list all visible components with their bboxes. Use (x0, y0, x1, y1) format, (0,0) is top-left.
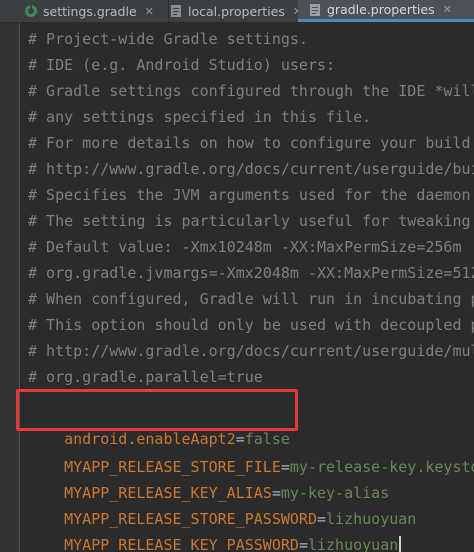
tab-label: local.properties (188, 3, 285, 19)
comment-line: # Default value: -Xmx10248m -XX:MaxPermS… (28, 238, 462, 256)
properties-file-icon (308, 3, 322, 17)
code-editor[interactable]: # Project-wide Gradle settings. # IDE (e… (20, 23, 474, 552)
comment-line: # org.gradle.jvmargs=-Xmx2048m -XX:MaxPe… (28, 264, 474, 282)
comment-line: # org.gradle.parallel=true (28, 368, 263, 386)
comment-line: # http://www.gradle.org/docs/current/use… (28, 342, 474, 360)
properties-file-icon (169, 4, 183, 18)
gradle-icon (24, 4, 38, 18)
property-line-store-file: MYAPP_RELEASE_STORE_FILE=my-release-key.… (28, 428, 474, 476)
close-icon[interactable]: ✕ (443, 3, 452, 16)
editor-tab-bar: settings.gradle ✕ local.properties ✕ gra… (0, 0, 474, 23)
tab-label: gradle.properties (327, 2, 435, 17)
comment-line: # Project-wide Gradle settings. (28, 30, 308, 48)
red-highlight-annotation (16, 389, 298, 431)
tab-label: settings.gradle (43, 3, 137, 19)
property-line-key-alias: MYAPP_RELEASE_KEY_ALIAS=my-key-alias (28, 454, 389, 502)
comment-line: # Specifies the JVM arguments used for t… (28, 186, 471, 204)
tab-settings-gradle[interactable]: settings.gradle ✕ (10, 0, 168, 22)
comment-line: # any settings specified in this file. (28, 108, 372, 126)
property-line-key-password: MYAPP_RELEASE_KEY_PASSWORD=lizhuoyuan (28, 506, 402, 552)
property-line-store-password: MYAPP_RELEASE_STORE_PASSWORD=lizhuoyuan (28, 480, 416, 528)
tab-gradle-properties[interactable]: gradle.properties ✕ (298, 0, 474, 22)
comment-line: # The setting is particularly useful for… (28, 212, 471, 230)
property-value: lizhuoyuan (307, 536, 399, 552)
comment-line: # This option should only be used with d… (28, 316, 474, 334)
comment-line: # IDE (e.g. Android Studio) users: (28, 56, 336, 74)
comment-line: # http://www.gradle.org/docs/current/use… (28, 160, 474, 178)
property-key: MYAPP_RELEASE_KEY_PASSWORD (64, 536, 299, 552)
close-icon[interactable]: ✕ (145, 5, 154, 18)
comment-line: # When configured, Gradle will run in in… (28, 290, 474, 308)
comment-line: # Gradle settings configured through the… (28, 82, 474, 100)
text-cursor (399, 536, 402, 552)
tab-local-properties[interactable]: local.properties ✕ (168, 0, 302, 22)
property-equals: = (298, 536, 308, 552)
line-gutter (0, 23, 20, 552)
comment-line: # For more details on how to configure y… (28, 134, 471, 152)
